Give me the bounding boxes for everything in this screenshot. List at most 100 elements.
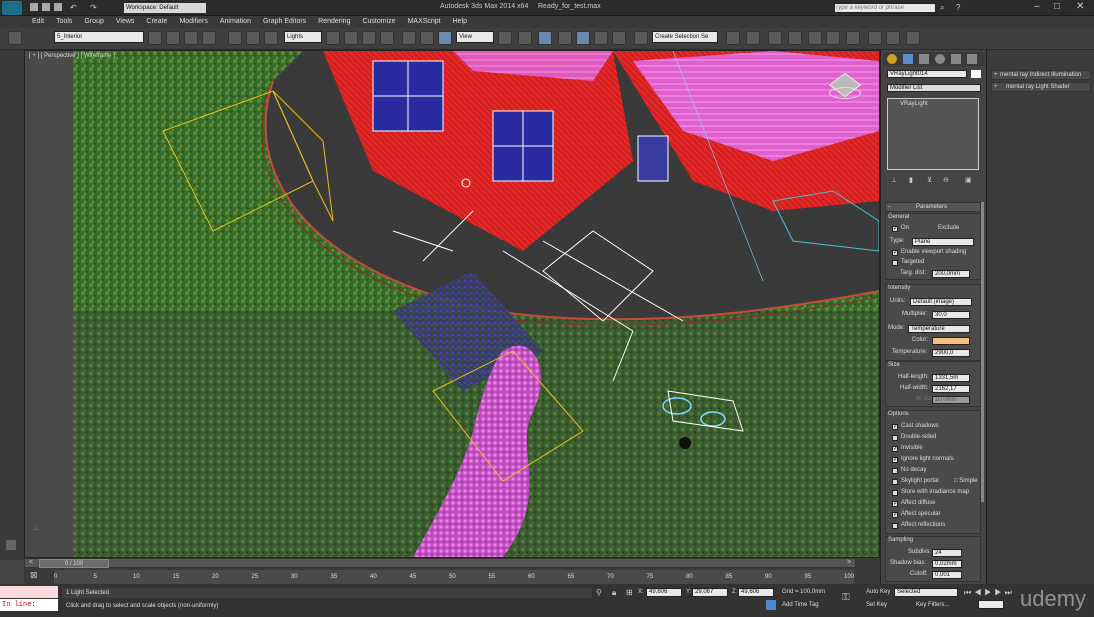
edit-named-selection-icon[interactable] [634, 31, 648, 45]
remove-modifier-icon[interactable]: ⊖ [943, 176, 949, 184]
modify-tab-icon[interactable] [903, 54, 913, 64]
rectangular-selection-icon[interactable] [362, 31, 376, 45]
x-coordinate-field[interactable]: 49,606 [646, 588, 682, 597]
snaps-toggle-icon[interactable] [558, 31, 572, 45]
layer-manager-icon[interactable] [8, 31, 22, 45]
curve-editor-icon[interactable] [808, 31, 822, 45]
option-row[interactable]: Double-sided [890, 433, 980, 443]
open-icon[interactable] [42, 3, 50, 11]
option-checkbox[interactable] [892, 435, 898, 441]
maxscript-listener-top[interactable] [0, 586, 58, 598]
simple-label[interactable]: □ Simple [954, 478, 978, 484]
menu-group[interactable]: Group [78, 16, 109, 28]
motion-tab-icon[interactable] [935, 54, 945, 64]
configure-modifier-sets-icon[interactable]: ▣ [965, 176, 972, 184]
mental-ray-indirect-illumination-rollout[interactable]: + mental ray Indirect Illumination [991, 70, 1091, 80]
app-logo-icon[interactable] [2, 1, 22, 15]
maxscript-listener-bottom[interactable]: In line: [0, 599, 58, 611]
y-coordinate-field[interactable]: 29,067 [692, 588, 728, 597]
workspace-dropdown[interactable]: Workspace: Default [124, 3, 206, 13]
modifier-list-dropdown[interactable]: Modifier List [887, 84, 981, 92]
close-icon[interactable]: ✕ [1076, 1, 1084, 12]
create-icon[interactable] [166, 31, 180, 45]
menu-tools[interactable]: Tools [50, 16, 78, 28]
slider-next-icon[interactable]: > [847, 559, 851, 566]
move-icon[interactable] [402, 31, 416, 45]
ribbon-icon[interactable] [788, 31, 802, 45]
option-checkbox[interactable] [892, 479, 898, 485]
select-object-icon[interactable] [326, 31, 340, 45]
option-checkbox[interactable] [892, 511, 898, 518]
link-icon[interactable] [228, 31, 242, 45]
option-row[interactable]: Store with irradiance map [890, 488, 980, 498]
menu-rendering[interactable]: Rendering [312, 16, 356, 28]
parameters-rollout-header[interactable]: - Parameters [885, 202, 981, 212]
option-checkbox[interactable] [892, 445, 898, 452]
option-row[interactable]: Ignore light normals [890, 455, 980, 465]
enable-viewport-shading-checkbox[interactable] [892, 249, 898, 256]
subdivs-field[interactable]: 24 [932, 549, 962, 557]
pin-stack-icon[interactable]: ⊥ [891, 176, 897, 184]
menu-modifiers[interactable]: Modifiers [173, 16, 213, 28]
units-dropdown[interactable]: Default (image) [910, 298, 972, 306]
percent-snap-icon[interactable] [594, 31, 608, 45]
hierarchy-tab-icon[interactable] [919, 54, 929, 64]
pivot-center-icon[interactable] [498, 31, 512, 45]
keyboard-shortcut-override-icon[interactable] [538, 31, 552, 45]
layer-explorer-icon[interactable] [768, 31, 782, 45]
exclude-button[interactable]: Exclude [938, 225, 959, 231]
selection-lock-icon[interactable]: 🔒︎ [612, 588, 616, 598]
set-key-button[interactable]: Set Key [866, 602, 887, 608]
set-key-icon[interactable]: ⚿ [842, 592, 850, 603]
selection-filter-dropdown[interactable]: Lights [284, 31, 322, 43]
menu-customize[interactable]: Customize [356, 16, 401, 28]
expand-icon[interactable] [6, 540, 16, 550]
perspective-viewport[interactable]: [ + ] [ Perspective ] [ Wireframe ] ⟂ [24, 50, 880, 558]
slider-prev-icon[interactable]: < [29, 559, 33, 566]
option-checkbox[interactable] [892, 500, 898, 507]
option-row[interactable]: Skylight portal □ Simple [890, 477, 980, 487]
render-setup-icon[interactable] [868, 31, 882, 45]
menu-edit[interactable]: Edit [26, 16, 50, 28]
display-tab-icon[interactable] [951, 54, 961, 64]
option-row[interactable]: No decay [890, 466, 980, 476]
manipulate-icon[interactable] [518, 31, 532, 45]
add-time-tag-label[interactable]: Add Time Tag [782, 602, 819, 608]
stack-item-vraylight[interactable]: VRayLight [900, 101, 928, 107]
save-icon[interactable] [54, 3, 62, 11]
search-input[interactable] [834, 3, 936, 13]
undo-icon[interactable]: ↶ [70, 3, 77, 12]
mental-ray-light-shader-rollout[interactable]: + mental ray Light Shader [991, 82, 1091, 92]
option-checkbox[interactable] [892, 423, 898, 430]
menu-create[interactable]: Create [140, 16, 173, 28]
utilities-tab-icon[interactable] [967, 54, 977, 64]
key-mode-dropdown[interactable]: Selected [894, 588, 958, 597]
option-checkbox[interactable] [892, 490, 898, 496]
object-name-field[interactable]: VRayLight014 [887, 70, 967, 78]
modifier-stack[interactable]: VRayLight [887, 98, 979, 170]
option-checkbox[interactable] [892, 523, 898, 529]
rendered-frame-window-icon[interactable] [886, 31, 900, 45]
transform-mode-icon[interactable]: ⊞ [626, 588, 633, 597]
color-swatch[interactable] [932, 337, 970, 345]
angle-snap-icon[interactable] [576, 31, 590, 45]
viewport-label[interactable]: [ + ] [ Perspective ] [ Wireframe ] [29, 53, 115, 59]
w-size-field[interactable]: 10,0mm [932, 396, 970, 404]
temperature-field[interactable]: 2900,0 [932, 349, 970, 357]
schematic-view-icon[interactable] [826, 31, 840, 45]
half-length-field[interactable]: 1331,5m [932, 374, 970, 382]
half-width-field[interactable]: 2162,17 [932, 385, 970, 393]
option-row[interactable]: Affect diffuse [890, 499, 980, 509]
search-icon[interactable]: ⌕ [940, 3, 944, 13]
shadow-bias-field[interactable]: 0,02mm [932, 560, 962, 568]
menu-help[interactable]: Help [447, 16, 473, 28]
reference-coordinate-dropdown[interactable]: View [456, 31, 494, 43]
new-icon[interactable] [30, 3, 38, 11]
isolate-icon[interactable]: ⚲ [596, 588, 602, 597]
named-selection-dropdown[interactable]: Create Selection Se [652, 31, 718, 43]
scale-icon[interactable] [438, 31, 452, 45]
current-frame-field[interactable] [978, 600, 1004, 609]
spinner-snap-icon[interactable] [612, 31, 626, 45]
show-end-result-icon[interactable]: ▮ [909, 176, 913, 184]
option-checkbox[interactable] [892, 456, 898, 463]
